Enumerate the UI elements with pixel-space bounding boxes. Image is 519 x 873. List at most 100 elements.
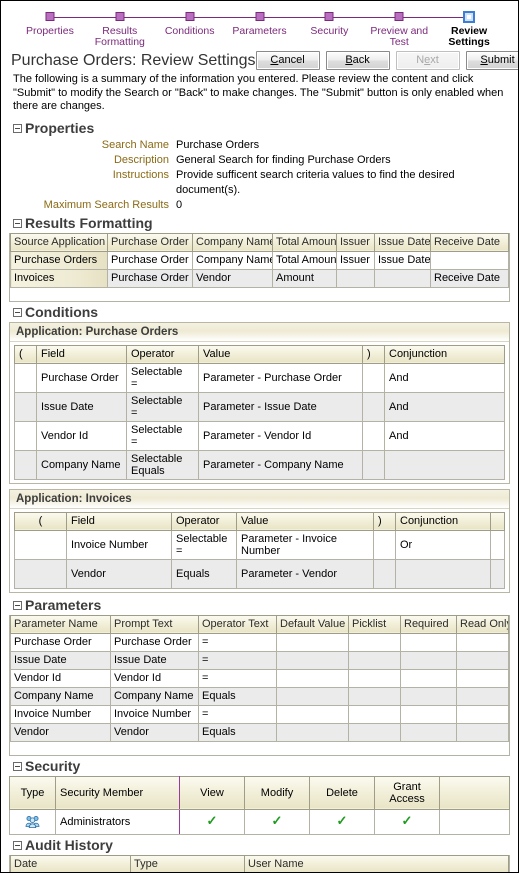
- column-header: Issue Date: [374, 232, 431, 252]
- column-header: (: [14, 344, 37, 364]
- conditions-table: ( Field Operator Value ) Conjunction Inv…: [14, 511, 505, 589]
- train-step-preview-and-test[interactable]: Preview and Test: [364, 11, 470, 48]
- cell-conjunction: [395, 558, 491, 589]
- cell: Vendor: [192, 268, 273, 288]
- train-node-icon: [185, 12, 195, 21]
- train-step-parameters[interactable]: Parameters: [225, 11, 330, 37]
- collapse-icon[interactable]: [13, 123, 22, 133]
- train-node-icon: [115, 12, 125, 21]
- cell: Equals: [198, 722, 277, 742]
- cell: =: [198, 632, 277, 652]
- conditions-panel-body: ( Field Operator Value ) Conjunction Inv…: [10, 509, 509, 589]
- column-header: Operator: [171, 511, 237, 531]
- table-filler: [10, 741, 509, 755]
- train-node-icon: [255, 12, 264, 21]
- column-header: Date: [10, 854, 131, 872]
- next-button[interactable]: Next: [395, 51, 460, 70]
- section-header-conditions[interactable]: Conditions: [13, 304, 510, 320]
- table-header-row: Type Security Member View Modify Delete …: [9, 775, 510, 810]
- train-node-wrap: [155, 11, 260, 24]
- back-button[interactable]: Back: [325, 51, 390, 70]
- collapse-icon[interactable]: [13, 840, 22, 850]
- property-value: Provide sufficent search criteria values…: [176, 168, 455, 196]
- section-header-properties[interactable]: Properties: [13, 120, 510, 136]
- cell-open-paren: [14, 420, 37, 451]
- properties-list: Search Name Purchase Orders Description …: [9, 138, 510, 213]
- train-node-wrap: [225, 11, 330, 24]
- column-header: (: [14, 511, 67, 531]
- cell-conjunction: [384, 449, 505, 480]
- collapse-icon[interactable]: [13, 218, 22, 228]
- cell: [456, 704, 509, 724]
- cell: Invoice Number: [110, 704, 199, 724]
- train-step-label: Results Formatting: [94, 25, 145, 48]
- cell: Company Name: [192, 250, 273, 270]
- section-header-results-formatting[interactable]: Results Formatting: [13, 214, 510, 231]
- cell-grant-access: ✓: [374, 808, 440, 835]
- column-header-modify: Modify: [244, 775, 310, 810]
- cell: [456, 650, 509, 670]
- property-row: Description General Search for finding P…: [9, 153, 510, 168]
- train-step-properties[interactable]: Properties: [15, 11, 120, 37]
- column-header: Issuer: [336, 232, 375, 252]
- train-step-review-settings[interactable]: Review Settings: [434, 11, 504, 48]
- results-formatting-table: Source Application Purchase Order Compan…: [10, 232, 509, 288]
- cell-value: Parameter - Company Name: [198, 449, 363, 480]
- table-row: Purchase Order Purchase Order =: [10, 632, 509, 652]
- cell: [400, 668, 457, 688]
- table-row: Purchase Order Selectable = Parameter - …: [14, 362, 505, 393]
- column-header-delete: Delete: [309, 775, 375, 810]
- column-header: Conjunction: [384, 344, 505, 364]
- collapse-icon[interactable]: [13, 761, 22, 771]
- cell: [348, 650, 401, 670]
- table-row: Vendor Equals Parameter - Vendor: [14, 558, 505, 589]
- table-header-row: Date Type User Name: [10, 854, 509, 872]
- cancel-button[interactable]: Cancel: [255, 51, 320, 70]
- table-row: Vendor Id Vendor Id =: [10, 668, 509, 688]
- cell-conjunction: And: [384, 362, 505, 393]
- cell: [276, 704, 349, 724]
- cell: Purchase Order: [107, 268, 193, 288]
- section-header-parameters[interactable]: Parameters: [13, 597, 510, 613]
- section-header-audit-history[interactable]: Audit History: [13, 836, 510, 853]
- property-value: 0: [176, 198, 183, 211]
- wizard-train: Properties Results Formatting Conditions…: [9, 7, 510, 50]
- property-value: General Search for finding Purchase Orde…: [176, 153, 391, 166]
- property-label: Maximum Search Results: [43, 198, 169, 211]
- cell: [276, 668, 349, 688]
- cell-operator: Selectable =: [171, 529, 237, 560]
- cell: [400, 722, 457, 742]
- section-title: Results Formatting: [25, 214, 153, 231]
- cell: [456, 668, 509, 688]
- cell: [348, 668, 401, 688]
- cell: Issuer: [336, 250, 375, 270]
- table-row: Purchase Orders Purchase Order Company N…: [10, 250, 509, 270]
- cell: Issue Date: [374, 250, 431, 270]
- property-value: Purchase Orders: [176, 138, 260, 151]
- cell-open-paren: [14, 362, 37, 393]
- cell-operator: Selectable =: [126, 420, 199, 451]
- collapse-icon[interactable]: [13, 307, 22, 317]
- cell-modify: ✓: [244, 808, 310, 835]
- section-header-security[interactable]: Security: [13, 758, 510, 774]
- train-node-icon: [45, 12, 55, 21]
- cell: [456, 632, 509, 652]
- cell-open-paren: [14, 391, 37, 422]
- submit-button[interactable]: Submit: [465, 51, 518, 70]
- section-title: Audit History: [25, 836, 113, 853]
- train-step-label: Conditions: [164, 25, 215, 37]
- table-header-row: ( Field Operator Value ) Conjunction: [14, 344, 505, 364]
- collapse-icon[interactable]: [13, 600, 22, 610]
- cell: [276, 632, 349, 652]
- column-header: Required: [400, 614, 457, 634]
- cell: Issue Date: [110, 650, 199, 670]
- users-group-icon: [25, 815, 40, 828]
- train-step-security[interactable]: Security: [294, 11, 400, 37]
- train-step-results-formatting[interactable]: Results Formatting: [85, 11, 190, 48]
- table-row: Invoice Number Invoice Number =: [10, 704, 509, 724]
- action-button-bar: Cancel Back Next Submit: [255, 51, 518, 70]
- cell: Purchase Order: [110, 632, 199, 652]
- train-step-conditions[interactable]: Conditions: [155, 11, 260, 37]
- cell-close-paren: [362, 391, 385, 422]
- conditions-panel-purchase-orders: Application: Purchase Orders ( Field Ope…: [9, 321, 510, 484]
